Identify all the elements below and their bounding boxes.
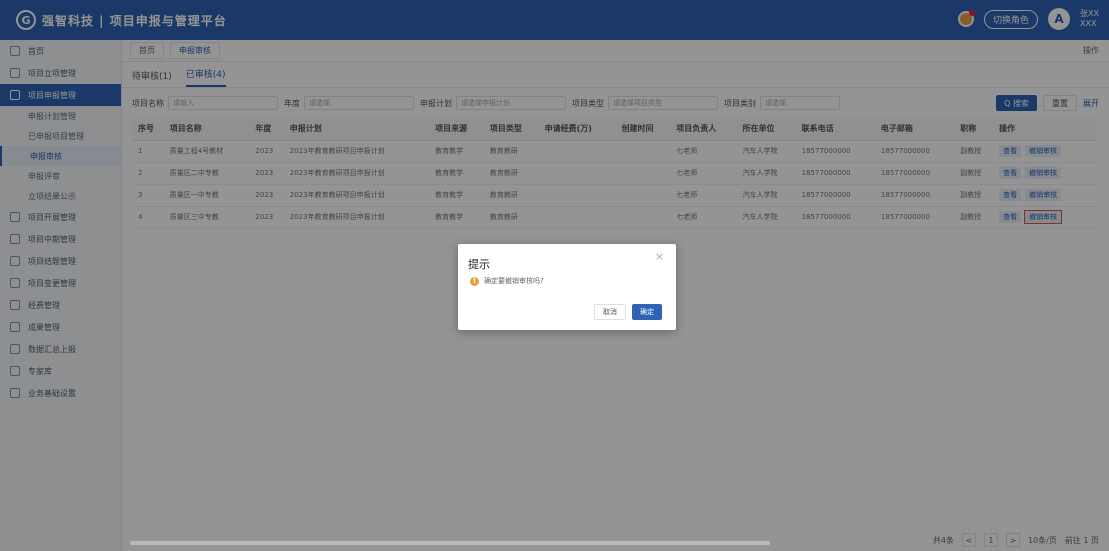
dialog-buttons: 取消 确定 bbox=[594, 304, 662, 320]
warning-icon: ! bbox=[470, 276, 479, 286]
confirm-button[interactable]: 确定 bbox=[632, 304, 662, 320]
dialog-message: 确定要撤销审核吗? bbox=[484, 277, 544, 285]
horizontal-scrollbar[interactable] bbox=[130, 541, 770, 545]
close-icon[interactable]: × bbox=[655, 250, 664, 263]
cancel-button[interactable]: 取消 bbox=[594, 304, 626, 320]
dialog-body: ! 确定要撤销审核吗? bbox=[470, 276, 544, 286]
confirm-dialog: 提示 × ! 确定要撤销审核吗? 取消 确定 bbox=[458, 244, 676, 330]
dialog-title: 提示 bbox=[468, 258, 490, 271]
